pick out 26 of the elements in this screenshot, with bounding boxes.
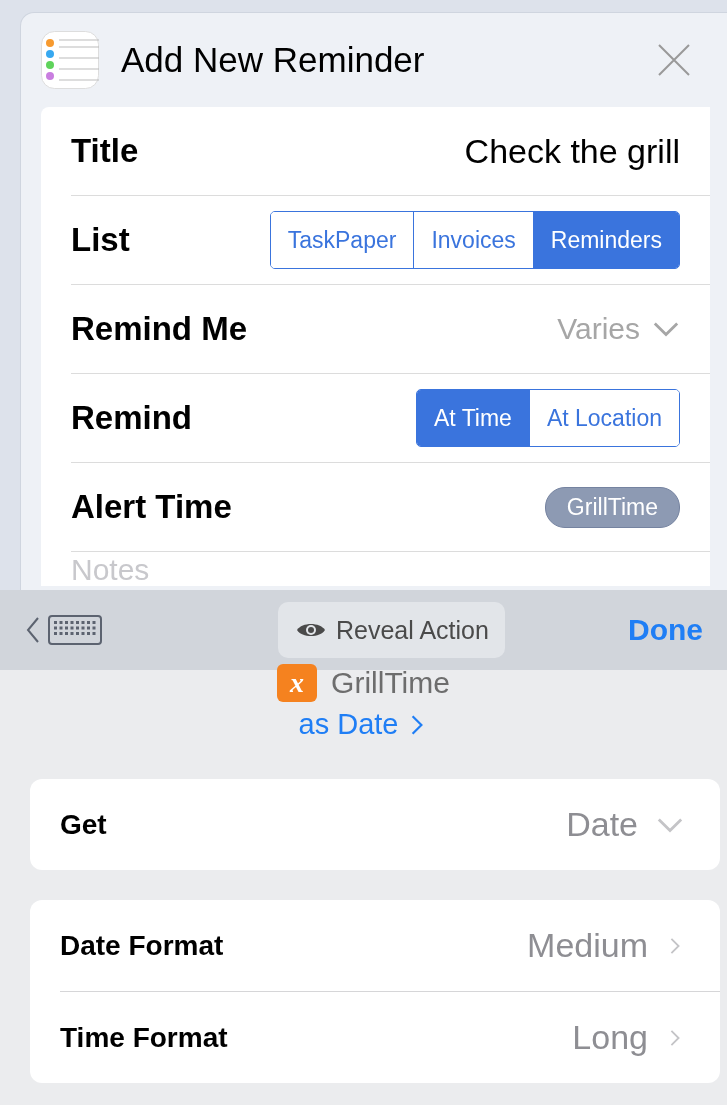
segment[interactable]: At Time <box>416 390 529 446</box>
type-link[interactable]: as Date <box>298 708 429 741</box>
done-button[interactable]: Done <box>622 612 709 648</box>
field-label: Title <box>71 132 139 170</box>
reminders-app-icon <box>41 31 99 89</box>
variable-name: GrillTime <box>331 666 450 700</box>
segment[interactable]: Reminders <box>532 212 679 268</box>
setting-value[interactable]: Long <box>572 1018 648 1057</box>
reveal-action-button[interactable]: Reveal Action <box>278 602 505 658</box>
chevron-left-icon[interactable] <box>26 616 40 644</box>
field-label: List <box>71 221 130 259</box>
variable-icon: x <box>277 664 318 702</box>
field-label: Remind Me <box>71 310 248 348</box>
setting-label: Time Format <box>60 1021 228 1054</box>
title-value[interactable]: Check the grill <box>464 131 680 171</box>
dropdown-value[interactable]: Varies <box>557 312 640 346</box>
setting-label: Date Format <box>60 929 224 962</box>
field-label: Remind <box>71 399 192 437</box>
field-label: Alert Time <box>71 488 232 526</box>
sheet-title: Add New Reminder <box>121 40 426 80</box>
setting-value[interactable]: Medium <box>527 926 648 965</box>
segment[interactable]: At Location <box>528 390 679 446</box>
close-icon[interactable] <box>657 43 691 77</box>
setting-value[interactable]: Date <box>566 805 638 844</box>
setting-label: Get <box>60 808 107 841</box>
variable-token[interactable]: GrillTime <box>544 486 680 528</box>
